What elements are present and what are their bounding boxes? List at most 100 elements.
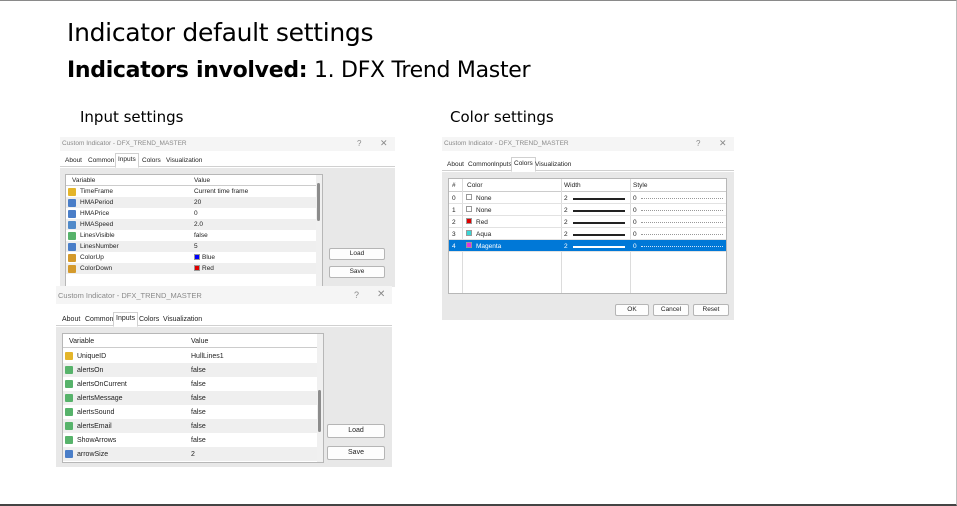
tab-colors[interactable]: Colors	[137, 314, 161, 326]
color-swatch	[466, 206, 472, 212]
inputs-scrollbar[interactable]	[317, 334, 323, 462]
variable-value[interactable]: Red	[194, 265, 214, 272]
scroll-thumb[interactable]	[318, 390, 321, 432]
color-name: None	[476, 207, 492, 214]
bool-type-icon	[65, 422, 73, 430]
dialog-titlebar: Custom Indicator - DFX_TREND_MASTER ? ✕	[60, 137, 395, 151]
tab-common[interactable]: Common	[83, 314, 115, 326]
variable-name: HMAPeriod	[80, 199, 114, 206]
dialog-titlebar: Custom Indicator - DFX_TREND_MASTER ? ✕	[56, 286, 392, 304]
tab-about[interactable]: About	[445, 159, 466, 171]
width-line-preview	[573, 210, 625, 212]
color-row[interactable]: 3 Aqua 2 0	[449, 228, 726, 240]
inputs-scrollbar[interactable]	[316, 175, 322, 286]
save-button[interactable]: Save	[329, 266, 385, 278]
help-button[interactable]: ?	[357, 139, 361, 148]
color-row[interactable]: 0 None 2 0	[449, 192, 726, 204]
variable-value[interactable]: 5	[194, 243, 198, 250]
variable-value[interactable]: false	[191, 395, 206, 402]
scroll-thumb[interactable]	[317, 183, 320, 221]
color-row[interactable]: 2 Red 2 0	[449, 216, 726, 228]
variable-name: UniqueID	[77, 353, 107, 360]
bool-type-icon	[65, 408, 73, 416]
color-swatch	[466, 218, 472, 224]
table-row[interactable]: ColorDown Red	[66, 263, 316, 274]
help-button[interactable]: ?	[354, 290, 359, 300]
variable-value[interactable]: Current time frame	[194, 188, 248, 195]
tab-common[interactable]: Common	[86, 155, 116, 167]
style-line-preview	[641, 198, 723, 199]
variable-name: ColorDown	[80, 265, 113, 272]
variable-value[interactable]: HullLines1	[191, 353, 224, 360]
variable-value[interactable]: 20	[194, 199, 201, 206]
grid-header: Variable Value	[66, 175, 322, 186]
tab-visualization[interactable]: Visualization	[164, 155, 204, 167]
variable-value[interactable]: false	[194, 232, 208, 239]
tab-about[interactable]: About	[60, 314, 82, 326]
tab-visualization[interactable]: Visualization	[161, 314, 204, 326]
table-row[interactable]: HMAPrice 0	[66, 208, 316, 219]
close-button[interactable]: ✕	[719, 138, 727, 149]
reset-button[interactable]: Reset	[693, 304, 729, 316]
cancel-button[interactable]: Cancel	[653, 304, 689, 316]
variable-value[interactable]: 0	[194, 210, 198, 217]
width-line-preview	[573, 246, 625, 248]
col-value: Value	[191, 338, 209, 345]
variable-value[interactable]: 2	[191, 451, 195, 458]
variable-value[interactable]: false	[191, 409, 206, 416]
ok-button[interactable]: OK	[615, 304, 649, 316]
save-button[interactable]: Save	[327, 446, 385, 460]
table-row[interactable]: alertsOnCurrent false	[63, 377, 317, 391]
table-row[interactable]: alertsEmail false	[63, 419, 317, 433]
color-index: 0	[452, 195, 456, 202]
table-row[interactable]: alertsOn false	[63, 363, 317, 377]
table-row[interactable]: alertsSound false	[63, 405, 317, 419]
width-value: 2	[564, 195, 568, 202]
variable-name: HMAPrice	[80, 210, 110, 217]
table-row[interactable]: ShowArrows false	[63, 433, 317, 447]
color-row[interactable]: 1 None 2 0	[449, 204, 726, 216]
help-button[interactable]: ?	[696, 139, 700, 148]
tab-about[interactable]: About	[63, 155, 84, 167]
table-row[interactable]: TimeFrame Current time frame	[66, 186, 316, 197]
variable-value[interactable]: false	[191, 381, 206, 388]
tab-inputs[interactable]: Inputs	[115, 153, 139, 168]
tab-inputs[interactable]: Inputs	[113, 312, 139, 327]
table-row[interactable]: LinesVisible false	[66, 230, 316, 241]
dbl-type-icon	[68, 221, 76, 229]
variable-value[interactable]: false	[191, 423, 206, 430]
style-value: 0	[633, 219, 637, 226]
color-swatch	[194, 254, 200, 260]
tab-visualization[interactable]: Visualization	[533, 159, 573, 171]
col-variable: Variable	[72, 177, 96, 184]
dialog-title: Custom Indicator - DFX_TREND_MASTER	[58, 291, 202, 300]
table-row[interactable]: HMASpeed 2.0	[66, 219, 316, 230]
variable-value[interactable]: 2.0	[194, 221, 203, 228]
grid-header: Variable Value	[63, 334, 323, 348]
variable-value[interactable]: Blue	[194, 254, 215, 261]
load-button[interactable]: Load	[329, 248, 385, 260]
color-row[interactable]: 4 Magenta 2 0	[449, 240, 726, 252]
input-settings-label: Input settings	[80, 108, 184, 126]
table-row[interactable]: UniqueID HullLines1	[63, 349, 317, 363]
table-row[interactable]: ColorUp Blue	[66, 252, 316, 263]
style-value: 0	[633, 207, 637, 214]
dialog-titlebar: Custom Indicator - DFX_TREND_MASTER ? ✕	[442, 137, 734, 151]
load-button[interactable]: Load	[327, 424, 385, 438]
variable-name: alertsSound	[77, 409, 115, 416]
variable-value[interactable]: false	[191, 367, 206, 374]
table-row[interactable]: LinesNumber 5	[66, 241, 316, 252]
variable-value[interactable]: false	[191, 437, 206, 444]
table-row[interactable]: alertsMessage false	[63, 391, 317, 405]
variable-name: ShowArrows	[77, 437, 117, 444]
width-line-preview	[573, 234, 625, 236]
table-row[interactable]: arrowSize 2	[63, 447, 317, 461]
value-text: false	[194, 232, 208, 239]
tab-colors[interactable]: Colors	[140, 155, 163, 167]
color-name: Red	[476, 219, 488, 226]
table-row[interactable]: HMAPeriod 20	[66, 197, 316, 208]
style-line-preview	[641, 222, 723, 223]
width-value: 2	[564, 219, 568, 226]
close-button[interactable]: ✕	[380, 138, 388, 149]
close-button[interactable]: ✕	[377, 289, 385, 300]
